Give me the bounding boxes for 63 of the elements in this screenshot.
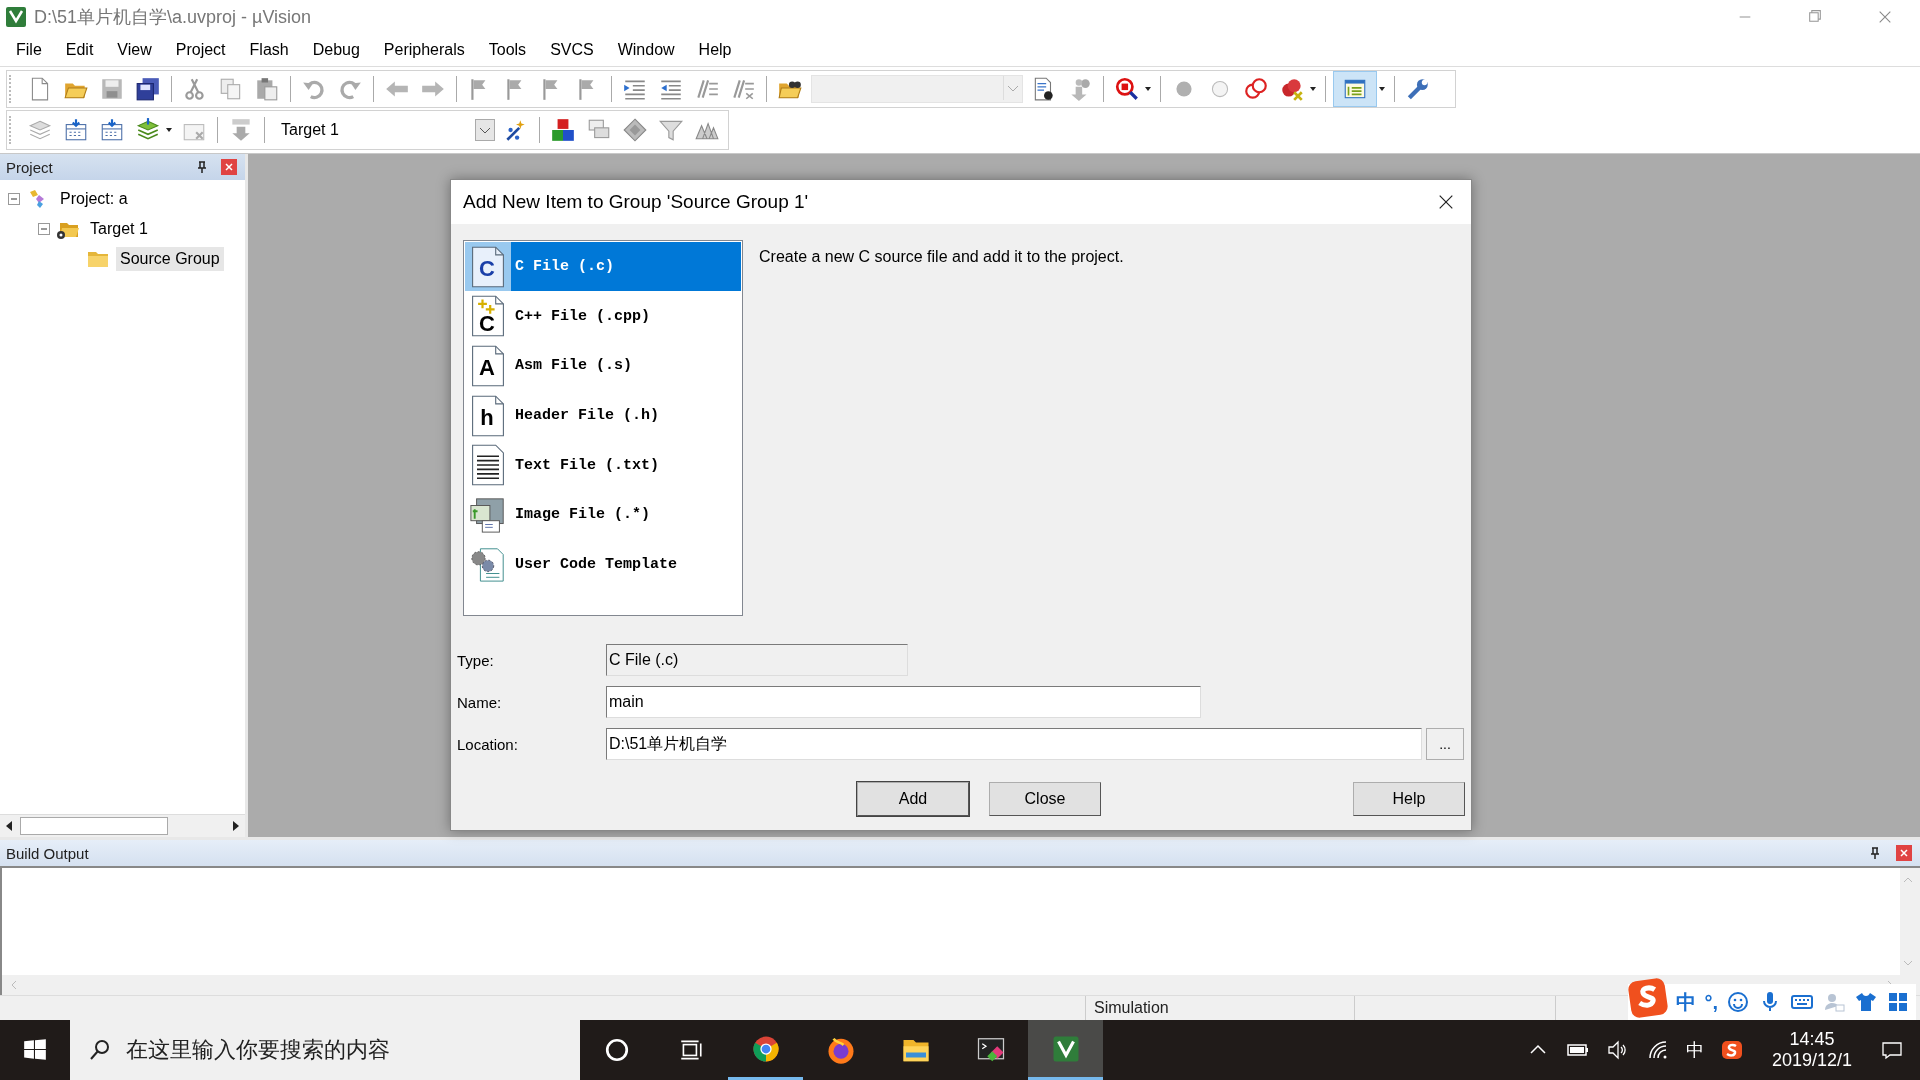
menu-item[interactable]: Flash xyxy=(237,41,301,59)
header-file-icon: h xyxy=(469,393,507,438)
dialog-button[interactable]: Close xyxy=(989,782,1101,816)
list-item[interactable]: Text File (.txt) xyxy=(511,440,741,490)
collapse-icon[interactable] xyxy=(38,223,50,235)
app-logo-icon xyxy=(6,7,26,27)
clock-date[interactable]: 2019/12/1 xyxy=(1771,1050,1852,1071)
list-item[interactable]: Image File (.*) xyxy=(511,490,741,540)
input-mode-toggle[interactable]: 中 xyxy=(1676,988,1697,1016)
dialog-button[interactable]: Add xyxy=(857,782,969,816)
list-item[interactable]: Header File (.h) xyxy=(511,391,741,441)
taskbar-search-field[interactable]: 在这里输入你要搜索的内容 xyxy=(70,1020,580,1080)
field-label: Location: xyxy=(457,735,519,753)
menu-item[interactable]: Help xyxy=(686,41,744,59)
tree-item[interactable]: Target 1 xyxy=(86,217,152,241)
list-item[interactable]: C++ File (.cpp) xyxy=(511,291,741,341)
target-select[interactable]: Target 1 xyxy=(273,117,495,143)
text-file-icon xyxy=(469,443,507,488)
folder-icon xyxy=(86,249,110,269)
list-item[interactable]: Asm File (.s) xyxy=(511,341,741,391)
tree-item[interactable]: Project: a xyxy=(56,187,132,211)
dialog-title: Add New Item to Group 'Source Group 1' xyxy=(463,191,809,213)
panel-title: Build Output xyxy=(6,844,89,862)
window-layout-icon[interactable] xyxy=(1334,72,1376,106)
punctuation-toggle[interactable]: °, xyxy=(1704,990,1718,1014)
smiley-icon[interactable] xyxy=(1726,990,1750,1014)
shirt-icon[interactable] xyxy=(1854,990,1878,1014)
description-text: Create a new C source file and add it to the project. xyxy=(759,248,1124,267)
field-label: Name: xyxy=(457,693,503,711)
c-file-icon: C xyxy=(469,244,507,289)
menu-item[interactable]: File xyxy=(4,41,54,59)
collapse-icon[interactable] xyxy=(8,193,20,205)
tree-item[interactable]: Source Group xyxy=(116,247,224,271)
window-title: D:\51单片机自学\a.uvproj - µVision xyxy=(34,6,312,29)
pin-icon[interactable] xyxy=(195,160,209,174)
search-icon xyxy=(88,1038,112,1062)
cpp-file-icon: C xyxy=(469,294,507,339)
location-field[interactable]: D:\51单片机自学 xyxy=(606,728,1422,760)
help-button[interactable]: Help xyxy=(1353,782,1465,816)
name-field[interactable]: main xyxy=(606,686,1201,718)
menu-item[interactable]: Debug xyxy=(300,41,372,59)
menu-item[interactable]: Peripherals xyxy=(371,41,477,59)
list-item[interactable]: User Code Template xyxy=(511,539,741,589)
scrollbar-thumb[interactable] xyxy=(20,817,168,835)
pin-icon[interactable] xyxy=(1868,846,1882,860)
menu-item[interactable]: Project xyxy=(163,41,238,59)
asm-file-icon: A xyxy=(469,344,507,388)
type-field[interactable]: C File (.c) xyxy=(606,644,908,676)
menu-item[interactable]: Edit xyxy=(53,41,106,59)
menu-item[interactable]: Tools xyxy=(476,41,539,59)
close-icon[interactable] xyxy=(1437,193,1455,211)
field-label: Type: xyxy=(457,651,495,669)
menu-item[interactable]: Window xyxy=(605,41,687,59)
taskbar-app[interactable] xyxy=(1028,1020,1103,1080)
menu-item[interactable]: View xyxy=(105,41,164,59)
grid-icon[interactable] xyxy=(1886,990,1910,1014)
menu-item[interactable]: SVCS xyxy=(538,41,606,59)
browse-button[interactable]: ... xyxy=(1426,728,1464,760)
find-combo-field[interactable] xyxy=(811,75,1023,103)
input-language-indicator[interactable]: 中 xyxy=(1677,1038,1712,1062)
list-item[interactable]: C File (.c) xyxy=(511,242,741,292)
clock-time[interactable]: 14:45 xyxy=(1789,1029,1835,1050)
panel-title: Project xyxy=(6,158,53,176)
